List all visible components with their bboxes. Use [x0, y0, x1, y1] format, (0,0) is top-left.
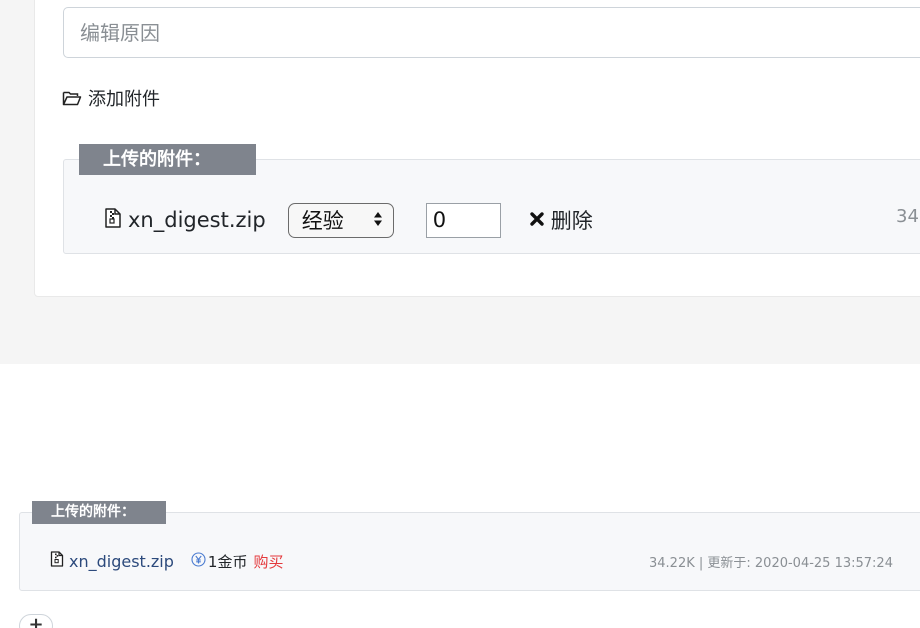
- add-button[interactable]: +: [19, 614, 53, 628]
- folder-open-icon: [62, 90, 82, 106]
- upload-file-size: 34: [896, 206, 919, 227]
- attachment-price: 1金币: [207, 552, 248, 571]
- attachment-row: xn_digest.zip 1金币 购买: [50, 550, 283, 572]
- buy-link[interactable]: 购买: [253, 551, 283, 572]
- delete-attachment-button[interactable]: 删除: [529, 205, 593, 235]
- upload-file-row: xn_digest.zip 经验 删除: [104, 202, 593, 238]
- close-icon: [529, 208, 545, 232]
- attachment-meta: 34.22K | 更新于: 2020-04-25 13:57:24: [649, 556, 893, 571]
- reward-type-value: 经验: [301, 209, 344, 233]
- yen-circle-icon: [191, 551, 206, 571]
- attachment-file-link[interactable]: xn_digest.zip: [69, 552, 174, 571]
- upload-file-name: xn_digest.zip: [128, 208, 266, 232]
- attachments-legend: 上传的附件：: [32, 501, 166, 524]
- select-arrows-icon: [373, 208, 383, 232]
- reward-type-select[interactable]: 经验: [287, 202, 394, 238]
- add-attachment-button[interactable]: 添加附件: [62, 86, 160, 110]
- uploaded-attachments-legend: 上传的附件：: [79, 144, 256, 175]
- add-attachment-label: 添加附件: [88, 89, 160, 110]
- reward-amount-input[interactable]: [425, 202, 501, 238]
- zip-file-icon: [50, 551, 64, 571]
- edit-reason-input[interactable]: [63, 7, 920, 58]
- zip-file-icon: [104, 208, 122, 232]
- delete-label: 删除: [550, 209, 593, 233]
